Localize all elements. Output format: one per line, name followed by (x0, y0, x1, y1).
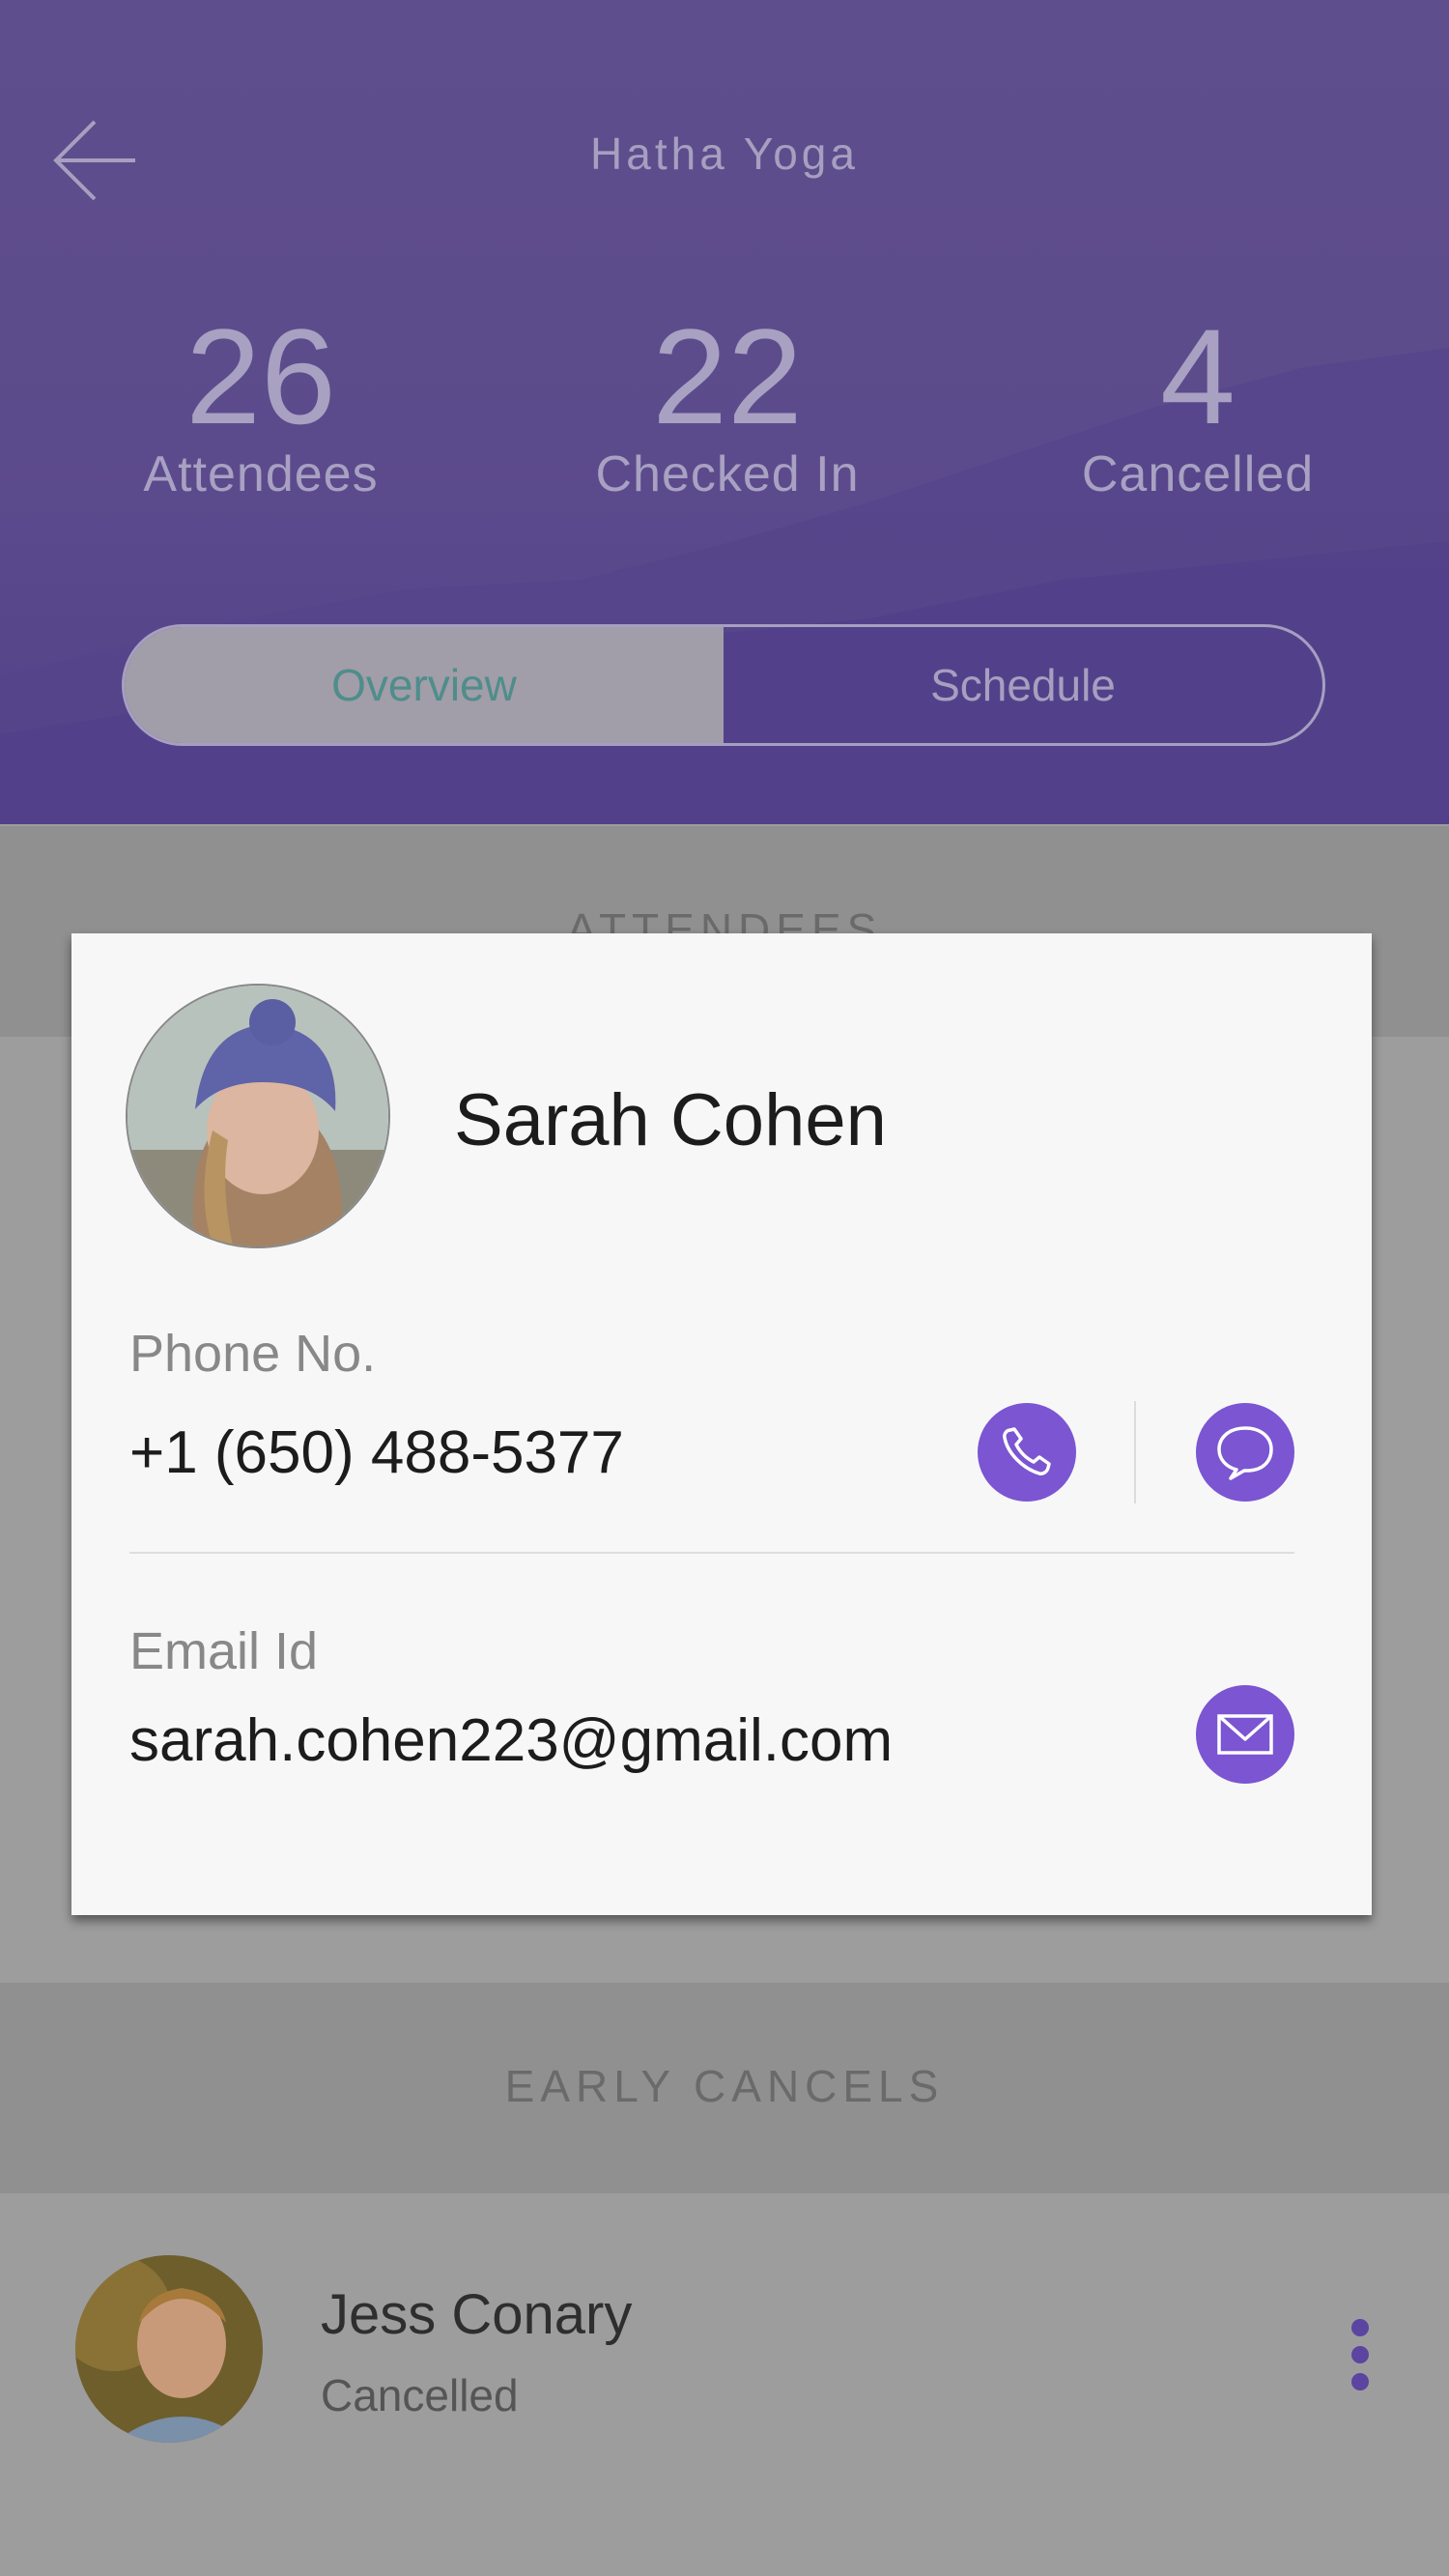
stat-label: Cancelled (1081, 446, 1315, 502)
avatar-image (128, 986, 388, 1246)
avatar-image (75, 2255, 263, 2443)
contact-name: Sarah Cohen (454, 1079, 887, 1161)
email-button[interactable] (1196, 1685, 1294, 1784)
more-options-button[interactable] (1333, 2319, 1387, 2435)
page-title: Hatha Yoga (590, 129, 859, 179)
email-address[interactable]: sarah.cohen223@gmail.com (129, 1706, 893, 1775)
section-title: EARLY CANCELS (504, 2061, 945, 2111)
stat-label: Checked In (595, 446, 860, 502)
divider (129, 1552, 1294, 1554)
segmented-control: Overview Schedule (122, 624, 1325, 746)
stat-value: 4 (1160, 301, 1236, 452)
phone-label: Phone No. (129, 1325, 377, 1383)
message-button[interactable] (1196, 1403, 1294, 1502)
phone-number[interactable]: +1 (650) 488-5377 (129, 1418, 624, 1487)
contact-card: Sarah Cohen Phone No. +1 (650) 488-5377 … (71, 933, 1372, 1915)
chat-icon (1217, 1426, 1273, 1480)
email-label: Email Id (129, 1622, 319, 1680)
avatar (126, 984, 390, 1248)
stat-cancelled: 4 Cancelled (1005, 304, 1391, 503)
attendee-status: Cancelled (321, 2370, 519, 2420)
stat-checked-in: 22 Checked In (534, 304, 921, 503)
divider (1134, 1401, 1136, 1503)
avatar (75, 2255, 263, 2443)
list-item[interactable]: Jess Conary Cancelled (0, 2193, 1449, 2576)
mail-icon (1217, 1714, 1273, 1755)
tab-schedule[interactable]: Schedule (724, 627, 1322, 743)
stat-value: 26 (185, 301, 336, 452)
more-vertical-icon (1333, 2319, 1387, 2390)
call-button[interactable] (978, 1403, 1076, 1502)
early-cancels-section-header: EARLY CANCELS (0, 1983, 1449, 2193)
stat-label: Attendees (143, 446, 379, 502)
attendee-name: Jess Conary (321, 2283, 633, 2346)
stat-value: 22 (652, 301, 803, 452)
stat-attendees: 26 Attendees (68, 304, 454, 503)
phone-icon (1003, 1427, 1051, 1475)
header: Hatha Yoga 26 Attendees 22 Checked In 4 … (0, 0, 1449, 824)
tab-overview[interactable]: Overview (125, 627, 724, 743)
